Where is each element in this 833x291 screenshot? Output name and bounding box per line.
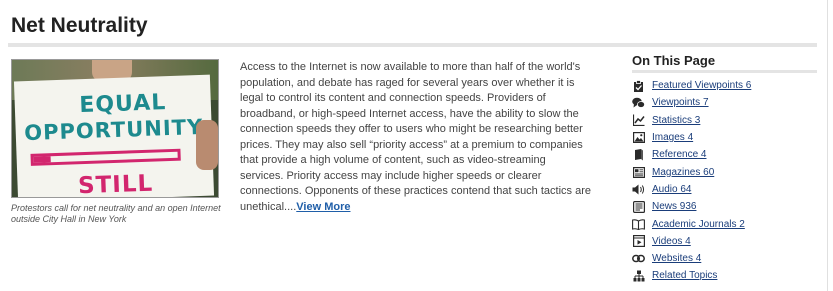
otp-item-label[interactable]: Statistics 3 [652, 115, 700, 126]
speaker-icon [632, 183, 645, 195]
on-this-page-title: On This Page [632, 53, 716, 68]
otp-item-featured-viewpoints[interactable]: Featured Viewpoints 6 [632, 77, 751, 94]
otp-item-audio[interactable]: Audio 64 [632, 181, 751, 198]
article-image: EQUAL OPPORTUNITY STILL LOADING [11, 59, 219, 198]
otp-item-label[interactable]: Featured Viewpoints 6 [652, 80, 751, 91]
sign-loading-bar [30, 148, 181, 166]
otp-item-label[interactable]: Magazines 60 [652, 167, 714, 178]
otp-item-statistics[interactable]: Statistics 3 [632, 112, 751, 129]
sign-loading-bar-fill [33, 156, 52, 163]
book-icon [632, 148, 645, 161]
otp-item-viewpoints[interactable]: Viewpoints 7 [632, 94, 751, 111]
otp-item-related-topics[interactable]: Related Topics [632, 267, 751, 284]
image-hand [196, 120, 218, 170]
otp-item-videos[interactable]: Videos 4 [632, 233, 751, 250]
clipboard-check-icon [632, 79, 645, 92]
link-icon [632, 253, 645, 265]
otp-item-label[interactable]: Academic Journals 2 [652, 219, 745, 230]
otp-item-label[interactable]: Related Topics [652, 270, 717, 281]
on-this-page-list: Featured Viewpoints 6 Viewpoints 7 Stati… [632, 77, 751, 285]
summary-text: Access to the Internet is now available … [240, 61, 591, 213]
topics-icon [632, 270, 645, 282]
bar-chart-icon [632, 114, 645, 127]
otp-item-reference[interactable]: Reference 4 [632, 146, 751, 163]
otp-item-label[interactable]: Viewpoints 7 [652, 97, 709, 108]
content-border [827, 0, 828, 291]
newspaper-icon [632, 200, 645, 213]
otp-item-images[interactable]: Images 4 [632, 129, 751, 146]
otp-item-label[interactable]: Videos 4 [652, 236, 691, 247]
view-more-link[interactable]: View More [296, 201, 350, 213]
otp-item-academic-journals[interactable]: Academic Journals 2 [632, 215, 751, 232]
otp-item-label[interactable]: Websites 4 [652, 253, 701, 264]
on-this-page-divider [632, 70, 817, 73]
protest-sign: EQUAL OPPORTUNITY STILL LOADING [13, 74, 215, 198]
otp-item-label[interactable]: Audio 64 [652, 184, 691, 195]
otp-item-label[interactable]: Reference 4 [652, 149, 706, 160]
otp-item-label[interactable]: News 936 [652, 201, 696, 212]
magazine-icon [632, 166, 645, 178]
image-icon [632, 132, 645, 144]
sign-line-still-loading: STILL LOADING [54, 170, 178, 198]
page-title: Net Neutrality [11, 14, 148, 37]
open-book-icon [632, 218, 645, 230]
otp-item-label[interactable]: Images 4 [652, 132, 693, 143]
otp-item-websites[interactable]: Websites 4 [632, 250, 751, 267]
otp-item-news[interactable]: News 936 [632, 198, 751, 215]
topic-summary: Access to the Internet is now available … [240, 60, 592, 215]
image-caption: Protestors call for net neutrality and a… [11, 203, 221, 224]
video-icon [632, 235, 645, 248]
title-divider [8, 43, 817, 47]
speech-bubbles-icon [632, 97, 645, 109]
otp-item-magazines[interactable]: Magazines 60 [632, 163, 751, 180]
